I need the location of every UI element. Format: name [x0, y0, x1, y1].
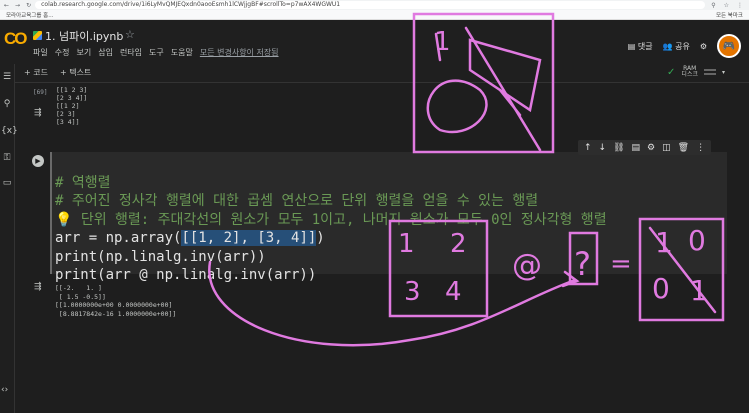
code-line: 💡 단위 행렬: 주대각선의 원소가 모두 1이고, 나머지 원소가 모두 0인…: [55, 211, 607, 228]
add-code-button[interactable]: + 코드: [24, 67, 48, 78]
add-text-button[interactable]: + 텍스트: [60, 67, 91, 78]
comment-icon[interactable]: ▤: [632, 143, 641, 153]
connected-check-icon: ✓: [667, 66, 676, 78]
play-icon: ▶: [35, 157, 41, 165]
menu-file[interactable]: 파일: [33, 47, 48, 58]
menu-view[interactable]: 보기: [76, 47, 91, 58]
bookmark-item[interactable]: 모라아교육그룹 홈...: [6, 11, 53, 19]
result-entry: 1: [690, 274, 708, 307]
code-editor[interactable]: # 역행렬 # 주어진 정사각 행렬에 대한 곱셈 연산으로 단위 행렬을 얻을 …: [55, 155, 607, 303]
previous-output: [[1 2 3] [2 3 4]] [[1 2] [2 3] [3 4]]: [56, 86, 87, 126]
people-icon: 👥: [662, 41, 673, 51]
back-arrow-icon[interactable]: ←: [4, 2, 9, 9]
code-text: ): [316, 230, 325, 246]
comment-icon: ▤: [627, 41, 636, 51]
code-line: arr = np.array([[1, 2], [3, 4]]): [55, 229, 607, 248]
output-line: [3 4]]: [56, 118, 80, 126]
code-text: arr = np.array(: [55, 230, 182, 246]
colab-logo[interactable]: CO: [4, 29, 27, 49]
selected-text: [[1, 2], [3, 4]]: [181, 230, 317, 246]
output-line: [2 3 4]]: [56, 94, 88, 102]
output-line: [[1 2 3]: [56, 86, 88, 94]
disk-label: 디스크: [681, 71, 698, 78]
execution-count: [69]: [33, 89, 48, 96]
variables-icon[interactable]: {x}: [1, 126, 18, 136]
cell-output: [[-2. 1. ] [ 1.5 -0.5]] [[1.0000000e+00 …: [55, 284, 176, 318]
colab-header: CO 1. 넘파이.ipynb ☆ 파일 수정 보기 삽입 런타임 도구 도움말…: [0, 20, 749, 64]
more-dots-icon[interactable]: ⋮: [696, 143, 705, 153]
save-status[interactable]: 모든 변경사항이 저장됨: [200, 47, 279, 58]
output-actions-icon[interactable]: ⇶: [34, 108, 42, 118]
run-cell-button[interactable]: ▶: [32, 155, 44, 167]
share-label: 공유: [675, 41, 690, 51]
notebook-toolbar: + 코드 + 텍스트 ✓ RAM 디스크 ▾: [0, 64, 749, 83]
all-bookmarks[interactable]: 모든 북마크: [716, 11, 743, 19]
menu-insert[interactable]: 삽입: [98, 47, 113, 58]
cell-toolbar: ↑ ↓ ⛓ ▤ ⚙ ◫ 🗑 ⋮: [578, 140, 712, 155]
annotation-stroke: [498, 88, 522, 117]
output-line: [ 1.5 -0.5]]: [55, 292, 106, 301]
resources-indicator[interactable]: ✓ RAM 디스크 ▾: [667, 66, 725, 78]
resource-meter: [703, 69, 716, 75]
output-line: [[1 2]: [56, 102, 80, 110]
move-down-icon[interactable]: ↓: [599, 143, 607, 153]
annotation-stroke: [426, 79, 488, 134]
result-entry: 0: [652, 272, 670, 305]
mirror-cell-icon[interactable]: ◫: [662, 143, 671, 153]
delete-trash-icon[interactable]: 🗑: [678, 143, 689, 153]
dropdown-chevron-icon[interactable]: ▾: [722, 69, 725, 76]
settings-gear-icon[interactable]: ⚙: [700, 42, 707, 51]
code-line: # 역행렬: [55, 174, 111, 191]
toc-icon[interactable]: ☰: [1, 72, 13, 82]
output-line: [8.8817842e-16 1.0000000e+00]]: [55, 309, 177, 318]
code-line: # 주어진 정사각 행렬에 대한 곱셈 연산으로 단위 행렬을 얻을 수 있는 …: [55, 193, 539, 209]
reload-icon[interactable]: ↻: [26, 2, 31, 9]
browser-nav: ← → ↻: [0, 2, 35, 9]
menu-dots-icon[interactable]: ⋮: [737, 2, 743, 9]
move-up-icon[interactable]: ↑: [584, 143, 592, 153]
left-sidebar: ☰ ⚲ {x} ⚿ ▭: [0, 64, 18, 413]
avatar[interactable]: 🎮: [717, 34, 741, 58]
ram-disk-labels: RAM 디스크: [681, 66, 698, 78]
output-actions-icon[interactable]: ⇶: [34, 282, 42, 292]
menu-tools[interactable]: 도구: [149, 47, 164, 58]
url-field[interactable]: colab.research.google.com/drive/1i6LyMvQ…: [35, 1, 706, 9]
zoom-icon[interactable]: ⚲: [711, 2, 715, 9]
star-icon[interactable]: ☆: [125, 28, 135, 41]
menu-runtime[interactable]: 런타임: [120, 47, 142, 58]
settings-gear-icon[interactable]: ⚙: [647, 143, 655, 153]
comments-button[interactable]: ▤ 댓글: [628, 41, 653, 52]
folder-icon[interactable]: ▭: [1, 178, 13, 188]
menu-help[interactable]: 도움말: [171, 47, 193, 58]
search-icon[interactable]: ⚲: [1, 99, 13, 109]
code-snippets-icon[interactable]: ‹›: [1, 385, 8, 395]
notebook-title[interactable]: 1. 넘파이.ipynb: [45, 28, 123, 44]
code-line: print(arr @ np.linalg.inv(arr)): [55, 267, 317, 283]
bookmark-star-icon[interactable]: ☆: [724, 2, 729, 9]
header-actions: ▤ 댓글 👥 공유 ⚙ 🎮: [628, 34, 741, 58]
menu-bar: 파일 수정 보기 삽입 런타임 도구 도움말 모든 변경사항이 저장됨: [33, 47, 279, 58]
link-icon[interactable]: ⛓: [613, 143, 624, 153]
browser-right-icons: ⚲ ☆ ⋮: [711, 2, 749, 9]
output-line: [[1.0000000e+00 0.0000000e+00]: [55, 301, 173, 309]
share-button[interactable]: 👥 공유: [663, 41, 690, 52]
forward-arrow-icon[interactable]: →: [15, 2, 20, 9]
menu-edit[interactable]: 수정: [55, 47, 70, 58]
secrets-key-icon[interactable]: ⚿: [1, 153, 13, 163]
comments-label: 댓글: [637, 41, 653, 51]
browser-address-bar: ← → ↻ colab.research.google.com/drive/1i…: [0, 0, 749, 10]
output-line: [[-2. 1. ]: [55, 284, 102, 292]
bookmarks-bar: 모라아교육그룹 홈... 모든 북마크: [0, 10, 749, 20]
output-line: [2 3]: [56, 110, 76, 118]
drive-icon: [33, 31, 42, 40]
code-line: print(np.linalg.inv(arr)): [55, 248, 266, 265]
